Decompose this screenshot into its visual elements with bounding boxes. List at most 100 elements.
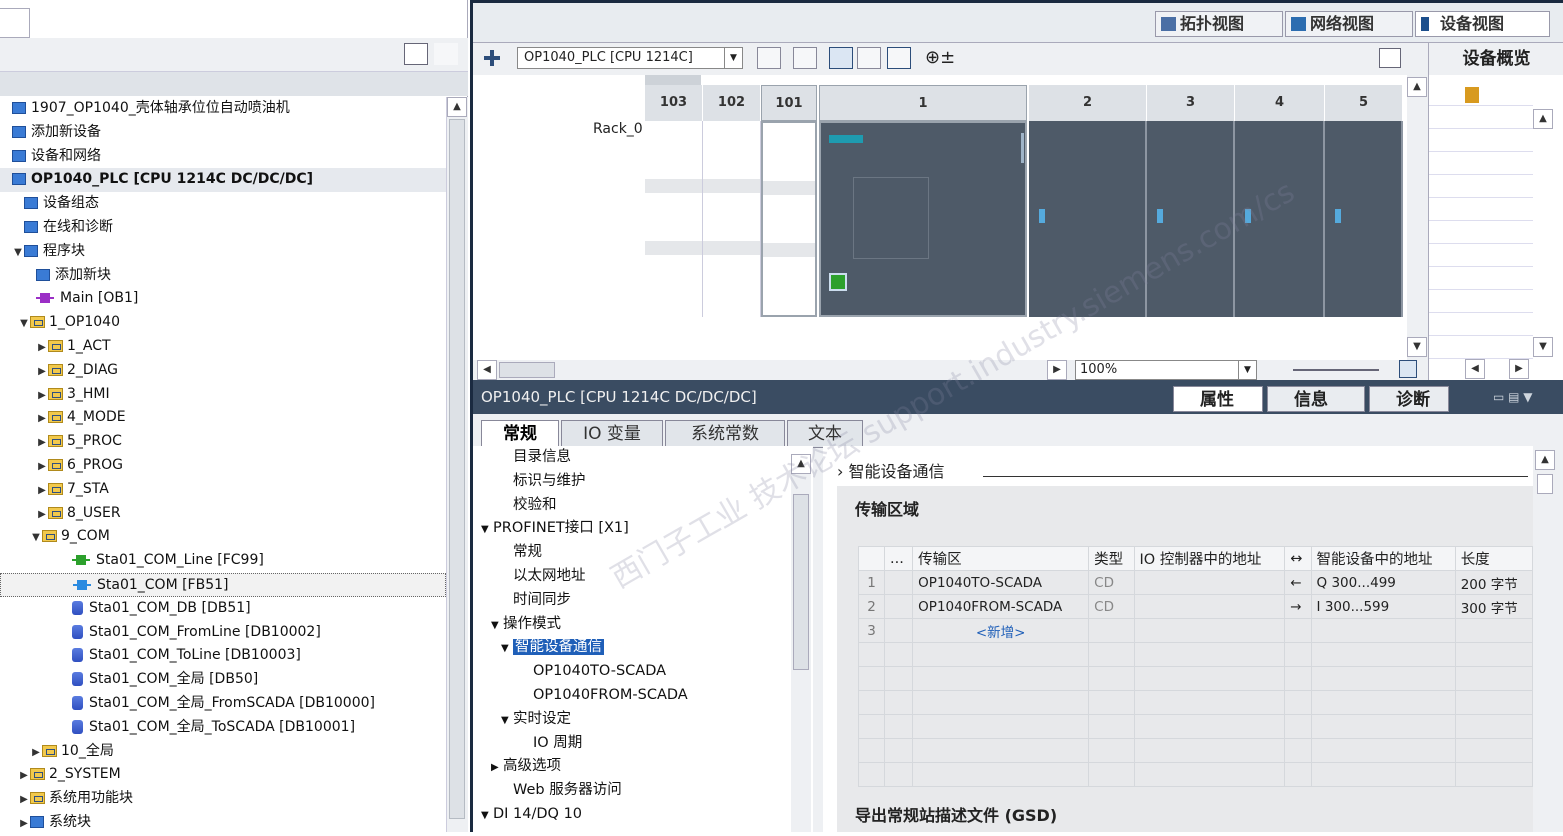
tab-io-tags[interactable]: IO 变量 bbox=[561, 420, 663, 448]
content-scrollbar[interactable]: ▲ bbox=[1535, 446, 1557, 832]
profinet-port-icon[interactable] bbox=[829, 273, 847, 291]
scroll-up-icon[interactable]: ▲ bbox=[1535, 450, 1555, 470]
tab-system-constants[interactable]: 系统常数 bbox=[665, 420, 785, 448]
tree-item[interactable]: ▶ 系统用功能块 bbox=[0, 787, 446, 811]
table-cell[interactable]: CD bbox=[1088, 570, 1135, 595]
table-header[interactable]: ... bbox=[883, 546, 914, 571]
tree-item[interactable]: ▶ 6_PROG bbox=[0, 454, 446, 478]
scroll-thumb[interactable] bbox=[499, 362, 555, 378]
empty-slot-102[interactable] bbox=[703, 121, 761, 317]
table-cell[interactable]: OP1040TO-SCADA bbox=[912, 570, 1090, 595]
grid-icon[interactable] bbox=[857, 47, 881, 69]
table-header[interactable]: 类型 bbox=[1088, 546, 1135, 571]
fit-icon[interactable] bbox=[1399, 360, 1417, 378]
scroll-up-icon[interactable]: ▲ bbox=[1407, 77, 1427, 97]
zoom-icon[interactable]: ⊕± bbox=[925, 47, 965, 69]
scroll-up-icon[interactable]: ▲ bbox=[1533, 109, 1553, 129]
expand-arrow-icon[interactable]: ▶ bbox=[36, 479, 48, 503]
empty-slot-103[interactable] bbox=[645, 121, 703, 317]
nav-scrollbar[interactable]: ▲ bbox=[791, 454, 811, 832]
tree-item[interactable]: Sta01_COM_全局 [DB50] bbox=[0, 668, 446, 692]
canvas-vscroll[interactable]: ▲ ▼ bbox=[1407, 75, 1429, 360]
tree-item[interactable]: ▶ 1_ACT bbox=[0, 335, 446, 359]
tree-scrollbar[interactable]: ▲ bbox=[446, 97, 468, 832]
tree-item[interactable]: Sta01_COM_DB [DB51] bbox=[0, 597, 446, 621]
expand-arrow-icon[interactable]: ▼ bbox=[481, 518, 493, 542]
tree-item[interactable]: Sta01_COM_Line [FC99] bbox=[0, 549, 446, 573]
tree-item[interactable]: ▼ 1_OP1040 bbox=[0, 311, 446, 335]
tree-item[interactable]: Main [OB1] bbox=[0, 287, 446, 311]
expand-arrow-icon[interactable]: ▶ bbox=[36, 336, 48, 360]
table-header[interactable]: 智能设备中的地址 bbox=[1310, 546, 1456, 571]
nav-item[interactable]: OP1040TO-SCADA bbox=[473, 660, 813, 684]
tree-item[interactable]: ▼ 9_COM bbox=[0, 525, 446, 549]
expand-arrow-icon[interactable]: ▼ bbox=[501, 709, 513, 733]
expand-arrow-icon[interactable]: ▶ bbox=[36, 384, 48, 408]
export-icon[interactable] bbox=[434, 43, 458, 65]
tab-properties[interactable]: 属性 bbox=[1173, 386, 1263, 412]
tree-item[interactable]: ▶ 10_全局 bbox=[0, 740, 446, 764]
expand-arrow-icon[interactable]: ▼ bbox=[30, 526, 42, 550]
nav-item[interactable]: ▼ 实时设定 bbox=[473, 708, 813, 732]
tree-item[interactable]: Sta01_COM [FB51] bbox=[0, 572, 446, 597]
tree-item[interactable]: Sta01_COM_FromLine [DB10002] bbox=[0, 621, 446, 645]
nav-item[interactable]: ▶ 高级选项 bbox=[473, 755, 813, 779]
table-cell[interactable] bbox=[1284, 618, 1312, 643]
expand-arrow-icon[interactable]: ▼ bbox=[481, 804, 493, 828]
chevron-down-icon[interactable]: ▼ bbox=[724, 48, 742, 68]
expand-arrow-icon[interactable]: ▶ bbox=[491, 756, 503, 780]
scroll-thumb[interactable] bbox=[449, 119, 465, 819]
nav-item[interactable]: IO 周期 bbox=[473, 732, 813, 756]
tree-item[interactable]: ▶ 3_HMI bbox=[0, 383, 446, 407]
table-header[interactable]: ↔ bbox=[1284, 546, 1312, 571]
nav-item[interactable]: ▼ 智能设备通信 bbox=[473, 636, 813, 660]
table-cell[interactable] bbox=[1133, 618, 1286, 643]
device-data-icon[interactable] bbox=[757, 47, 781, 69]
list-view-icon[interactable] bbox=[404, 43, 428, 65]
scroll-thumb[interactable] bbox=[793, 494, 809, 670]
expand-arrow-icon[interactable]: ▶ bbox=[18, 812, 30, 836]
table-row[interactable]: 3 <新增> bbox=[858, 618, 1534, 643]
expand-arrow-icon[interactable]: ▼ bbox=[18, 312, 30, 336]
expand-arrow-icon[interactable]: ▼ bbox=[501, 637, 513, 661]
scroll-down-icon[interactable]: ▼ bbox=[1533, 337, 1553, 357]
scroll-down-icon[interactable]: ▼ bbox=[1407, 337, 1427, 357]
table-cell[interactable]: CD bbox=[1088, 594, 1135, 619]
scroll-left-icon[interactable]: ◀ bbox=[1465, 359, 1485, 379]
expand-arrow-icon[interactable]: ▼ bbox=[491, 614, 503, 638]
table-cell[interactable]: 300 字节 bbox=[1454, 594, 1534, 619]
tree-item[interactable]: 添加新设备 bbox=[0, 121, 446, 145]
scroll-thumb[interactable] bbox=[1537, 474, 1553, 494]
tree-item[interactable]: ▶ 2_SYSTEM bbox=[0, 763, 446, 787]
tree-item[interactable]: OP1040_PLC [CPU 1214C DC/DC/DC] bbox=[0, 168, 446, 193]
nav-item[interactable]: ▼ DI 14/DQ 10 bbox=[473, 803, 813, 827]
expand-arrow-icon[interactable]: ▶ bbox=[36, 360, 48, 384]
chevron-down-icon[interactable]: ▼ bbox=[1238, 361, 1256, 379]
expand-arrow-icon[interactable]: ▶ bbox=[36, 455, 48, 479]
tree-item[interactable]: 1907_OP1040_壳体轴承位位自动喷油机 bbox=[0, 97, 446, 121]
expand-arrow-icon[interactable]: ▶ bbox=[18, 788, 30, 812]
pen-icon[interactable] bbox=[829, 47, 853, 69]
zoom-slider[interactable] bbox=[1293, 369, 1379, 371]
nav-item[interactable]: ▼ 操作模式 bbox=[473, 613, 813, 637]
table-cell[interactable] bbox=[1310, 618, 1456, 643]
window-controls-icon[interactable]: ▭ ▤ ▼ bbox=[1493, 390, 1553, 406]
pin-icon[interactable] bbox=[1379, 48, 1401, 68]
table-cell[interactable] bbox=[1133, 594, 1286, 619]
table-header[interactable]: 长度 bbox=[1454, 546, 1534, 571]
tab-topology-view[interactable]: 拓扑视图 bbox=[1155, 11, 1283, 37]
table-cell[interactable]: OP1040FROM-SCADA bbox=[912, 594, 1090, 619]
tree-item[interactable]: Sta01_COM_ToLine [DB10003] bbox=[0, 644, 446, 668]
tab-device-view[interactable]: 设备视图 bbox=[1415, 11, 1550, 37]
table-header[interactable]: IO 控制器中的地址 bbox=[1133, 546, 1286, 571]
tree-item[interactable]: ▼ 程序块 bbox=[0, 240, 446, 264]
tree-item[interactable]: 设备和网络 bbox=[0, 145, 446, 169]
device-overview-table[interactable] bbox=[1429, 83, 1533, 379]
expand-arrow-icon[interactable]: ▶ bbox=[36, 407, 48, 431]
tree-item[interactable]: ▶ 7_STA bbox=[0, 478, 446, 502]
tab-network-view[interactable]: 网络视图 bbox=[1285, 11, 1413, 37]
tree-item[interactable]: 在线和诊断 bbox=[0, 216, 446, 240]
tree-item[interactable]: ▶ 4_MODE bbox=[0, 406, 446, 430]
table-cell[interactable] bbox=[1454, 618, 1534, 643]
scroll-left-icon[interactable]: ◀ bbox=[477, 360, 497, 380]
